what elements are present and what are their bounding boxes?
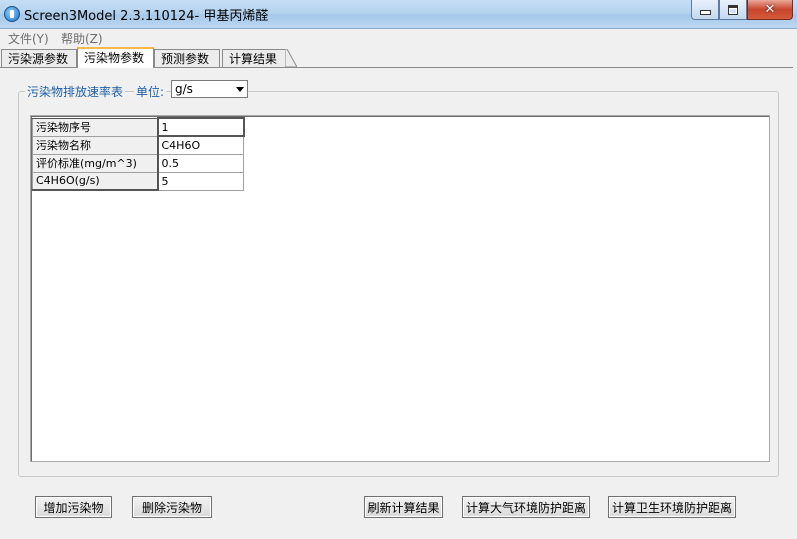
table-row: C4H6O(g/s) 5 bbox=[32, 171, 244, 191]
unit-selected-value: g/s bbox=[175, 82, 193, 96]
menu-help[interactable]: 帮助(Z) bbox=[61, 30, 103, 47]
grid-cell[interactable]: 1 bbox=[156, 117, 245, 137]
maximize-button[interactable] bbox=[719, 0, 747, 20]
row-header: 污染物序号 bbox=[32, 117, 159, 137]
calc-health-distance-button[interactable]: 计算卫生环境防护距离 bbox=[608, 496, 736, 518]
close-icon: ✕ bbox=[764, 2, 776, 17]
unit-dropdown[interactable]: g/s bbox=[171, 80, 248, 98]
window-title: Screen3Model 2.3.110124- 甲基丙烯醛 bbox=[24, 9, 269, 24]
grid-cell[interactable]: C4H6O bbox=[157, 135, 244, 155]
row-header: 污染物名称 bbox=[32, 135, 159, 155]
unit-label: 单位: bbox=[134, 83, 167, 100]
title-bar[interactable]: Screen3Model 2.3.110124- 甲基丙烯醛 ✕ bbox=[0, 0, 797, 29]
table-row: 污染物序号 1 bbox=[32, 117, 245, 137]
tab-strip: 污染源参数 污染物参数 预测参数 计算结果 bbox=[0, 47, 797, 68]
app-window: Screen3Model 2.3.110124- 甲基丙烯醛 ✕ 文件(Y) 帮… bbox=[0, 0, 797, 539]
calc-air-distance-button[interactable]: 计算大气环境防护距离 bbox=[462, 496, 590, 518]
table-row: 污染物名称 C4H6O bbox=[32, 135, 244, 155]
maximize-icon bbox=[728, 4, 738, 15]
menu-file[interactable]: 文件(Y) bbox=[8, 30, 49, 47]
group-caption: 污染物排放速率表 bbox=[25, 83, 126, 100]
close-button[interactable]: ✕ bbox=[747, 0, 793, 20]
chevron-down-icon[interactable] bbox=[232, 81, 247, 97]
tab-end-edge bbox=[285, 49, 297, 67]
app-icon[interactable] bbox=[4, 6, 20, 22]
menu-bar: 文件(Y) 帮助(Z) bbox=[0, 29, 797, 46]
pollutant-params-panel: 污染物排放速率表 单位: g/s 污染物序号 1 污染物名称 C4H6O 评价标… bbox=[0, 67, 793, 539]
row-header: 评价标准(mg/m^3) bbox=[32, 153, 159, 173]
row-header: C4H6O(g/s) bbox=[32, 171, 159, 191]
tab-source-params[interactable]: 污染源参数 bbox=[1, 49, 77, 67]
tab-prediction-params[interactable]: 预测参数 bbox=[154, 49, 220, 67]
tab-results[interactable]: 计算结果 bbox=[222, 49, 286, 67]
delete-pollutant-button[interactable]: 删除污染物 bbox=[132, 496, 212, 518]
table-row: 评价标准(mg/m^3) 0.5 bbox=[32, 153, 244, 173]
add-pollutant-button[interactable]: 增加污染物 bbox=[35, 496, 112, 518]
emission-table: 污染物序号 1 污染物名称 C4H6O 评价标准(mg/m^3) 0.5 C4H… bbox=[32, 117, 245, 191]
emission-grid[interactable]: 污染物序号 1 污染物名称 C4H6O 评价标准(mg/m^3) 0.5 C4H… bbox=[30, 115, 770, 462]
minimize-icon bbox=[699, 10, 711, 15]
grid-cell[interactable]: 5 bbox=[157, 171, 244, 191]
minimize-button[interactable] bbox=[691, 0, 719, 20]
window-controls: ✕ bbox=[691, 0, 793, 20]
emission-rate-group: 污染物排放速率表 单位: g/s 污染物序号 1 污染物名称 C4H6O 评价标… bbox=[18, 80, 779, 477]
tab-pollutant-params[interactable]: 污染物参数 bbox=[77, 47, 154, 68]
refresh-results-button[interactable]: 刷新计算结果 bbox=[364, 496, 443, 518]
grid-cell[interactable]: 0.5 bbox=[157, 153, 244, 173]
